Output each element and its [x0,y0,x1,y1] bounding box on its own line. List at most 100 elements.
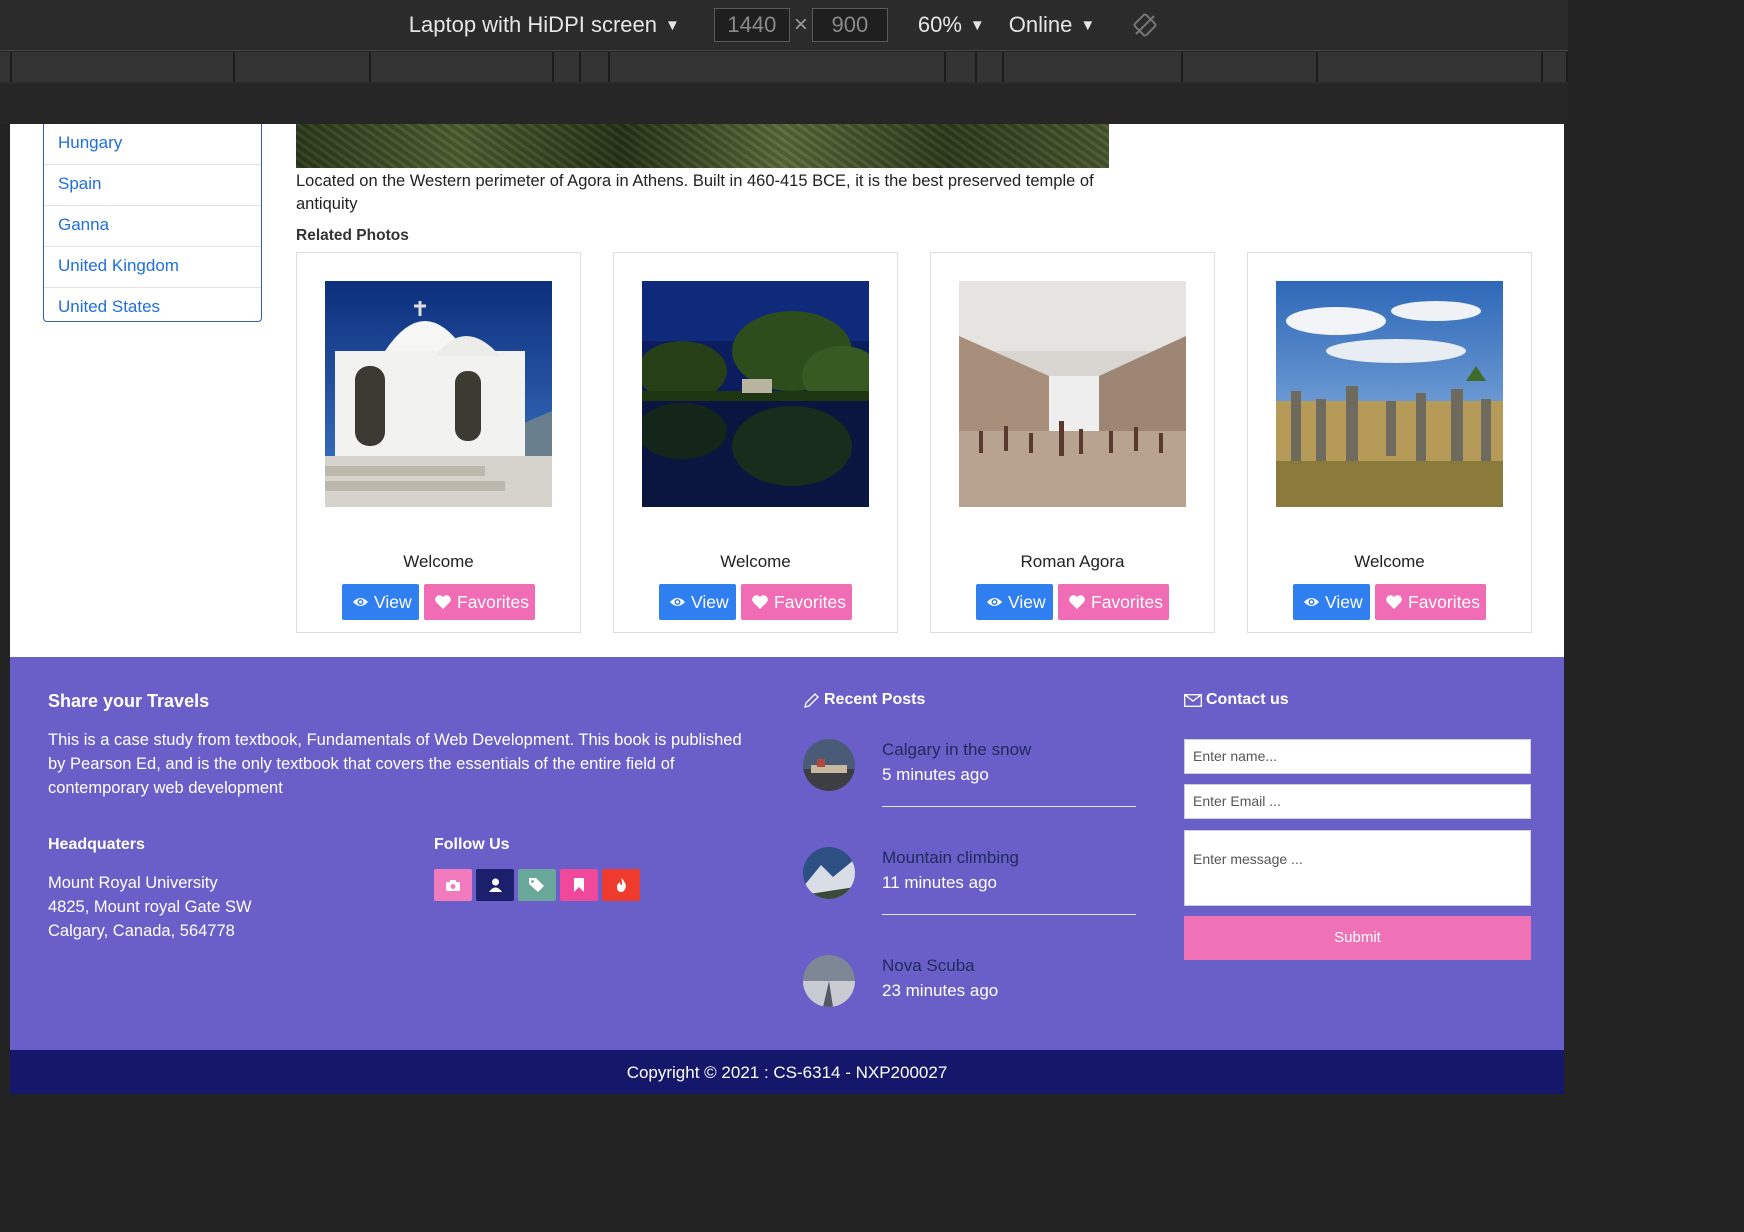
ruler-segment[interactable] [0,52,12,82]
favorites-button[interactable]: Favorites [741,584,852,620]
user-icon[interactable] [476,869,514,901]
ruler-segment[interactable] [1183,52,1319,82]
post-title[interactable]: Nova Scuba [882,956,975,976]
share-title: Share your Travels [48,691,210,711]
rotate-icon[interactable] [1131,11,1159,39]
photo-card: Welcome View Favorites [296,252,581,633]
photo-thumbnail[interactable] [1276,281,1503,507]
ruler-segment[interactable] [1003,52,1184,82]
view-label: View [374,591,412,612]
photo-thumbnail[interactable] [642,281,869,507]
photo-caption: Welcome [403,552,474,571]
site-footer: Share your Travels This is a case study … [10,657,1564,1050]
photo-thumbnail[interactable] [959,281,1186,507]
photo-card: Welcome View Favorites [613,252,898,633]
zoom-label: 60% [917,12,962,37]
device-label: Laptop with HiDPI screen [408,12,657,37]
ruler-segment[interactable] [234,52,371,82]
ruler-segment[interactable] [1543,52,1568,82]
recent-posts-title: Recent Posts [803,691,925,709]
country-link-united-kingdom[interactable]: United Kingdom [44,247,261,288]
recent-post: Mountain climbing 11 minutes ago [803,847,1143,947]
devtools-device-toolbar: Laptop with HiDPI screen ▼ 1440 × 900 60… [0,0,1568,51]
view-button[interactable]: View [976,584,1053,620]
eye-icon [1304,598,1319,606]
ruler-segment[interactable] [370,52,555,82]
height-input[interactable]: 900 [811,8,888,42]
view-label: View [691,591,729,612]
ruler-segment[interactable] [945,52,978,82]
favorites-label: Favorites [457,591,529,612]
ruler-segment[interactable] [580,52,611,82]
contact-us-title: Contact us [1184,691,1289,709]
favorites-button[interactable]: Favorites [1375,584,1486,620]
headquarters-title: Headquaters [48,836,145,853]
photo-card: Welcome View Favorites [1247,252,1532,633]
photo-description: Located on the Western perimeter of Agor… [296,172,1094,213]
eye-icon [670,598,685,606]
view-label: View [1008,591,1046,612]
post-title[interactable]: Mountain climbing [882,848,1019,868]
post-thumbnail[interactable] [803,847,855,899]
post-thumbnail[interactable] [803,739,855,791]
photo-thumbnail[interactable] [325,281,552,507]
contact-us-label: Contact us [1206,691,1289,708]
recent-post: Nova Scuba 23 minutes ago [803,955,1143,1055]
post-time: 5 minutes ago [882,765,989,784]
hq-line: 4825, Mount royal Gate SW [48,898,252,916]
message-textarea[interactable]: Enter message ... [1184,830,1531,906]
country-link-united-states[interactable]: United States [44,288,261,329]
submit-button[interactable]: Submit [1184,916,1531,960]
divider [882,806,1136,807]
emulated-page: Hungary Spain Ganna United Kingdom Unite… [10,124,1564,1094]
email-input[interactable]: Enter Email ... [1184,784,1531,819]
view-button[interactable]: View [659,584,736,620]
share-text: This is a case study from textbook, Fund… [48,731,742,797]
width-input[interactable]: 1440 [713,8,790,42]
bookmark-icon[interactable] [560,869,598,901]
post-thumbnail[interactable] [803,955,855,1007]
favorites-button[interactable]: Favorites [1058,584,1169,620]
caret-down-icon: ▼ [665,16,680,34]
zoom-select[interactable]: 60% ▼ [918,12,985,38]
social-links [434,869,640,901]
copyright-bar: Copyright © 2021 : CS-6314 - NXP200027 [10,1050,1564,1094]
name-input[interactable]: Enter name... [1184,739,1531,774]
fire-icon[interactable] [602,869,640,901]
card-actions: View Favorites [931,584,1214,620]
tags-icon[interactable] [518,869,556,901]
hq-line: Calgary, Canada, 564778 [48,922,235,940]
photo-caption: Welcome [720,552,791,571]
favorites-label: Favorites [1091,591,1163,612]
card-actions: View Favorites [1248,584,1531,620]
heart-icon [1386,595,1402,609]
times-icon: × [793,11,808,38]
view-label: View [1325,591,1363,612]
camera-icon[interactable] [434,869,472,901]
envelope-icon [1184,693,1202,707]
photo-caption: Welcome [1354,552,1425,571]
related-photos-title: Related Photos [296,227,409,244]
country-link-spain[interactable]: Spain [44,165,261,206]
view-button[interactable]: View [1293,584,1370,620]
ruler-segment[interactable] [11,52,235,82]
ruler-segment[interactable] [554,52,581,82]
country-link-ganna[interactable]: Ganna [44,206,261,247]
heart-icon [1069,595,1085,609]
card-actions: View Favorites [614,584,897,620]
country-list: Hungary Spain Ganna United Kingdom Unite… [43,124,262,322]
eye-icon [353,598,368,606]
pencil-icon [804,692,819,708]
caret-down-icon: ▼ [1080,16,1096,34]
favorites-label: Favorites [1408,591,1480,612]
heart-icon [752,595,768,609]
country-link-hungary[interactable]: Hungary [44,124,261,165]
device-select[interactable]: Laptop with HiDPI screen ▼ [409,12,680,38]
view-button[interactable]: View [342,584,419,620]
ruler-segment[interactable] [610,52,946,82]
network-select[interactable]: Online ▼ [1009,12,1095,38]
ruler-segment[interactable] [1318,52,1544,82]
ruler-segment[interactable] [977,52,1004,82]
favorites-button[interactable]: Favorites [424,584,535,620]
post-title[interactable]: Calgary in the snow [882,740,1031,760]
